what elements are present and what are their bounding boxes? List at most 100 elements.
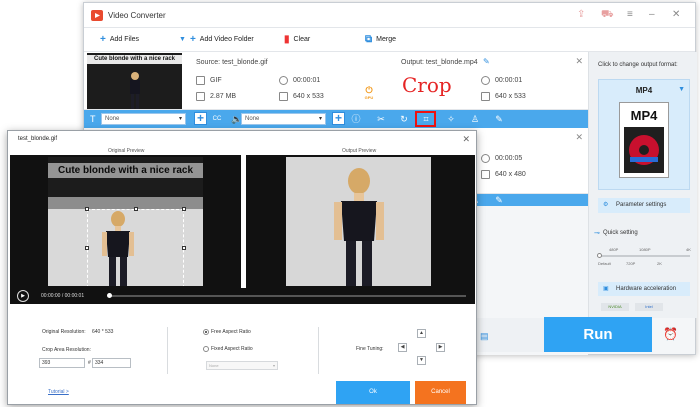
merge-button[interactable]: ⧉ Merge <box>365 34 396 45</box>
crop-width-input[interactable] <box>39 358 85 368</box>
film-reel-icon <box>624 127 664 173</box>
slider-knob[interactable] <box>597 253 602 258</box>
info-icon[interactable]: ⓘ <box>349 113 363 125</box>
source-format: GIF <box>210 77 222 84</box>
filesize-icon <box>196 92 205 101</box>
menu-icon[interactable]: ≡ <box>627 9 633 20</box>
close-dialog-icon[interactable]: ✕ <box>462 134 470 145</box>
source-duration: 00:00:01 <box>293 77 321 84</box>
fixed-ratio-label: Fixed Aspect Ratio <box>211 346 253 352</box>
mp4-format-icon: MP4 <box>619 102 669 178</box>
res-4k: 4K <box>686 247 691 252</box>
playback-progress-bar[interactable] <box>109 295 466 297</box>
rename-pencil-icon[interactable]: ✎ <box>483 57 490 66</box>
chevron-down-icon: ▾ <box>318 116 322 122</box>
effects-wand-icon[interactable]: ✧ <box>444 113 458 125</box>
resolution-icon <box>481 170 490 179</box>
add-audio-button[interactable]: + <box>332 112 345 125</box>
close-window-button[interactable]: ✕ <box>672 9 680 20</box>
ok-button[interactable]: Ok <box>336 381 410 404</box>
audio-dropdown[interactable]: None ▾ <box>241 113 326 125</box>
cc-icon[interactable]: CC <box>210 113 224 125</box>
crop-height-input[interactable] <box>92 358 131 368</box>
play-icon[interactable]: ▶ <box>17 290 29 302</box>
crop-separator: # <box>88 360 91 366</box>
progress-knob[interactable] <box>107 293 112 298</box>
fine-tuning-label: Fine Tuning: <box>356 346 384 352</box>
crop-handle[interactable] <box>182 207 186 211</box>
format-icon <box>196 76 205 85</box>
add-folder-button[interactable]: ▼ + Add Video Folder <box>179 34 254 45</box>
output-resolution: 640 x 480 <box>495 171 526 178</box>
output-folder-icon[interactable]: ▤ <box>480 331 489 342</box>
original-resolution-label: Original Resolution: <box>42 329 86 335</box>
source-size: 2.87 MB <box>210 93 237 100</box>
tutorial-link[interactable]: Tutorial > <box>48 389 69 395</box>
crop-handle[interactable] <box>85 207 89 211</box>
run-button[interactable]: Run <box>544 317 652 352</box>
output-frame <box>286 157 431 286</box>
free-ratio-radio[interactable] <box>203 329 209 335</box>
nudge-down-button[interactable]: ▼ <box>417 356 426 365</box>
subtitle-dropdown[interactable]: None ▾ <box>101 113 186 125</box>
gpu-icon: ⏻ GPU <box>362 86 376 102</box>
parameter-settings-button[interactable]: ⚙ Parameter settings <box>598 198 690 213</box>
add-subtitle-button[interactable]: + <box>194 112 207 125</box>
intel-badge: Intel <box>635 303 663 311</box>
edit-pencil-icon[interactable]: ✎ <box>492 194 506 206</box>
res-720p: 720P <box>626 261 636 266</box>
quality-slider[interactable] <box>597 253 690 258</box>
crop-handle[interactable] <box>134 207 138 211</box>
original-preview: Cute blonde with a nice rack <box>10 155 241 288</box>
subtitle-value: None <box>105 116 120 122</box>
cart-icon[interactable]: ⛟ <box>601 9 614 22</box>
add-files-button[interactable]: + Add Files <box>100 34 139 45</box>
app-logo-icon <box>91 10 103 21</box>
crop-handle[interactable] <box>85 246 89 250</box>
crop-selection-box[interactable] <box>85 207 186 286</box>
output-filename: Output: test_blonde.mp4 <box>401 59 478 66</box>
nudge-right-button[interactable]: ▶ <box>436 343 445 352</box>
ratio-select-value: None <box>209 363 219 368</box>
subtitle-t-icon: T <box>90 114 96 124</box>
watermark-icon[interactable]: ♙ <box>468 113 482 125</box>
edit-pencil-icon[interactable]: ✎ <box>492 113 506 125</box>
format-name: MP4 <box>635 86 653 95</box>
ratio-select[interactable]: None ▾ <box>206 361 278 370</box>
remove-file-icon[interactable]: ✕ <box>575 56 583 67</box>
divider <box>167 327 168 374</box>
minimize-button[interactable]: – <box>649 9 655 20</box>
original-frame: Cute blonde with a nice rack <box>48 157 203 286</box>
fixed-ratio-radio[interactable] <box>203 346 209 352</box>
clear-button[interactable]: ▮ Clear <box>284 34 310 45</box>
output-format-selector[interactable]: MP4 ▼ MP4 <box>598 79 690 190</box>
hardware-acceleration-button[interactable]: ▣ Hardware acceleration <box>598 282 690 296</box>
add-files-label: Add Files <box>109 36 140 43</box>
resolution-icon <box>279 92 288 101</box>
res-default: Default <box>598 261 611 266</box>
plus-icon: + <box>189 34 196 45</box>
hardware-acceleration-label: Hardware acceleration <box>616 286 677 292</box>
person-figure <box>334 168 384 286</box>
nudge-up-button[interactable]: ▲ <box>417 329 426 338</box>
nudge-left-button[interactable]: ◀ <box>398 343 407 352</box>
quick-setting-icon: ⊸ <box>594 230 600 237</box>
mp4-icon-text: MP4 <box>630 108 658 123</box>
file-row[interactable]: Cute blonde with a nice rack Source: tes… <box>84 52 588 110</box>
output-duration: 00:00:05 <box>495 155 523 162</box>
title-bar: Video Converter ⇪ ⛟ ≡ – ✕ <box>84 3 695 28</box>
crop-dialog: test_blonde.gif ✕ Original Preview Outpu… <box>7 130 477 405</box>
output-preview <box>246 155 475 288</box>
dialog-title: test_blonde.gif <box>18 136 58 142</box>
crop-handle[interactable] <box>182 246 186 250</box>
video-thumbnail[interactable]: Cute blonde with a nice rack <box>87 53 182 109</box>
cancel-button[interactable]: Cancel <box>415 381 466 404</box>
remove-file-icon[interactable]: ✕ <box>575 132 583 143</box>
trim-scissors-icon[interactable]: ✂ <box>374 113 388 125</box>
upgrade-icon[interactable]: ⇪ <box>577 9 585 20</box>
crop-annotation-label: Crop <box>402 73 452 97</box>
edit-toolbar: T None ▾ + CC 🔈 None ▾ + ⓘ ✂ ↻ ⌗ ✧ ♙ ✎ <box>84 110 588 128</box>
alarm-clock-icon[interactable]: ⏰ <box>663 327 678 341</box>
chevron-down-icon: ▼ <box>678 86 685 93</box>
rotate-icon[interactable]: ↻ <box>397 113 411 125</box>
